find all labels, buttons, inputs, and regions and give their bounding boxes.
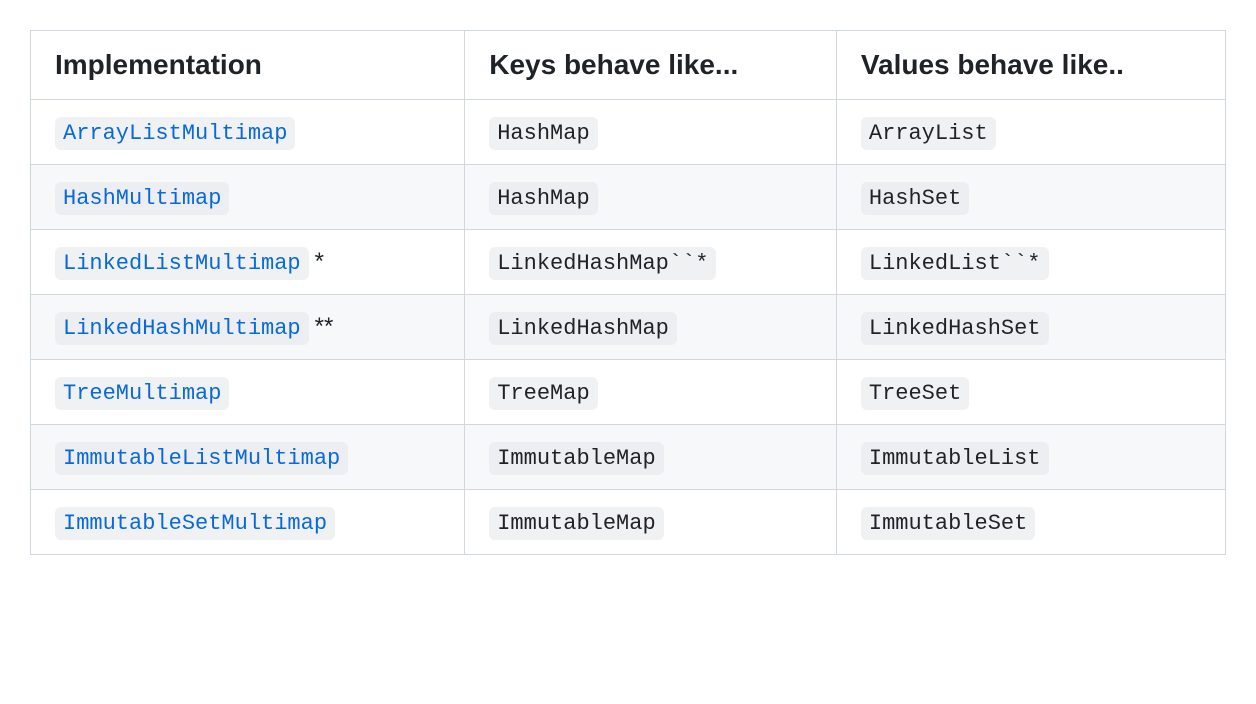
values-code: HashSet [861,182,969,215]
values-code: ImmutableSet [861,507,1035,540]
keys-code: ImmutableMap [489,442,663,475]
keys-code: HashMap [489,117,597,150]
impl-cell: LinkedListMultimap* [31,230,465,295]
multimap-table: Implementation Keys behave like... Value… [30,30,1226,555]
keys-code: HashMap [489,182,597,215]
table-row: ImmutableListMultimap ImmutableMap Immut… [31,425,1226,490]
values-cell: TreeSet [836,360,1225,425]
impl-suffix: ** [315,313,334,340]
keys-cell: HashMap [465,165,837,230]
impl-link[interactable]: LinkedListMultimap [55,247,309,280]
keys-cell: ImmutableMap [465,425,837,490]
values-code: ArrayList [861,117,996,150]
content-container: Implementation Keys behave like... Value… [30,30,1226,555]
impl-cell: HashMultimap [31,165,465,230]
values-code: LinkedList``* [861,247,1049,280]
table-row: TreeMultimap TreeMap TreeSet [31,360,1226,425]
impl-link[interactable]: ArrayListMultimap [55,117,295,150]
keys-cell: TreeMap [465,360,837,425]
table-row: LinkedListMultimap* LinkedHashMap``* Lin… [31,230,1226,295]
keys-cell: LinkedHashMap [465,295,837,360]
table-row: LinkedHashMultimap** LinkedHashMap Linke… [31,295,1226,360]
values-cell: ImmutableSet [836,490,1225,555]
impl-link[interactable]: TreeMultimap [55,377,229,410]
keys-code: TreeMap [489,377,597,410]
values-cell: HashSet [836,165,1225,230]
values-cell: ArrayList [836,100,1225,165]
impl-cell: TreeMultimap [31,360,465,425]
table-row: ArrayListMultimap HashMap ArrayList [31,100,1226,165]
header-implementation: Implementation [31,31,465,100]
table-row: ImmutableSetMultimap ImmutableMap Immuta… [31,490,1226,555]
table-row: HashMultimap HashMap HashSet [31,165,1226,230]
impl-link[interactable]: ImmutableListMultimap [55,442,348,475]
impl-cell: ArrayListMultimap [31,100,465,165]
keys-code: LinkedHashMap [489,312,677,345]
header-keys: Keys behave like... [465,31,837,100]
keys-cell: ImmutableMap [465,490,837,555]
values-code: ImmutableList [861,442,1049,475]
impl-cell: ImmutableSetMultimap [31,490,465,555]
keys-cell: HashMap [465,100,837,165]
impl-link[interactable]: ImmutableSetMultimap [55,507,335,540]
impl-cell: LinkedHashMultimap** [31,295,465,360]
values-cell: LinkedList``* [836,230,1225,295]
impl-suffix: * [315,248,324,275]
values-cell: ImmutableList [836,425,1225,490]
values-code: LinkedHashSet [861,312,1049,345]
impl-link[interactable]: HashMultimap [55,182,229,215]
keys-code: ImmutableMap [489,507,663,540]
keys-code: LinkedHashMap``* [489,247,716,280]
values-code: TreeSet [861,377,969,410]
impl-link[interactable]: LinkedHashMultimap [55,312,309,345]
values-cell: LinkedHashSet [836,295,1225,360]
header-values: Values behave like.. [836,31,1225,100]
keys-cell: LinkedHashMap``* [465,230,837,295]
impl-cell: ImmutableListMultimap [31,425,465,490]
